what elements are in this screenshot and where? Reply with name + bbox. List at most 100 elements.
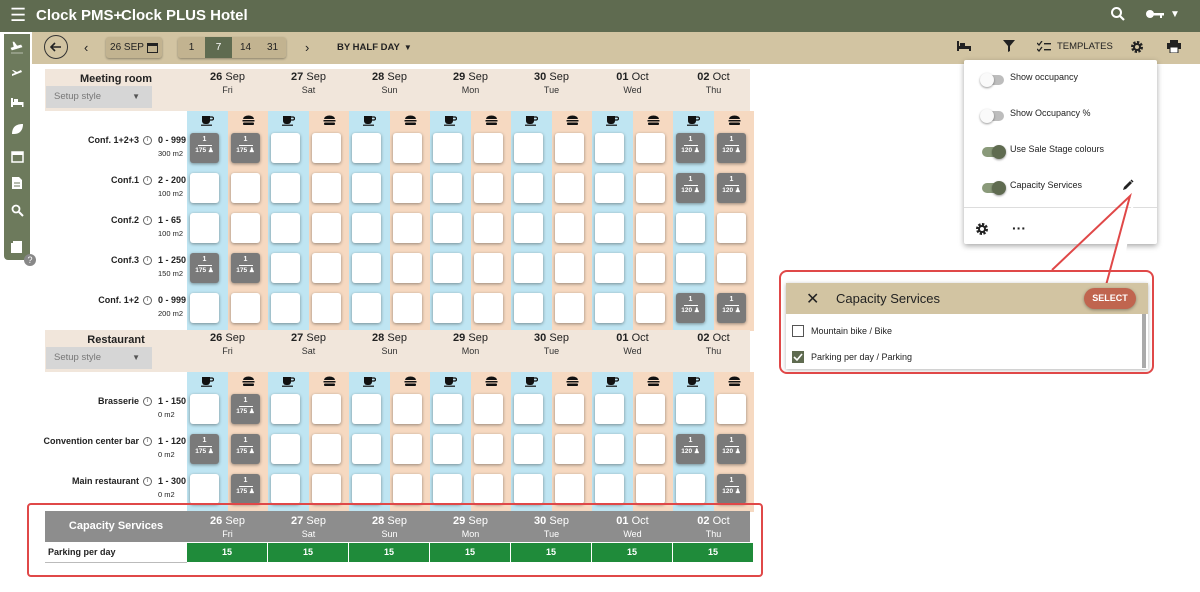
row-label[interactable]: Conf.3 i xyxy=(20,255,152,266)
empty-slot[interactable] xyxy=(393,253,422,283)
empty-slot[interactable] xyxy=(555,474,584,504)
search-icon[interactable] xyxy=(1110,6,1126,25)
toggle-switch[interactable] xyxy=(980,73,1004,87)
bed-icon[interactable] xyxy=(956,40,972,55)
date-picker-button[interactable]: 26 SEP xyxy=(106,37,162,58)
empty-slot[interactable] xyxy=(595,474,624,504)
airplane-departure-icon[interactable] xyxy=(9,67,25,83)
empty-slot[interactable] xyxy=(352,394,381,424)
booked-slot[interactable]: 1 175 ♟ xyxy=(190,434,219,464)
empty-slot[interactable] xyxy=(352,213,381,243)
empty-slot[interactable] xyxy=(514,434,543,464)
hotel-name[interactable]: Clock PLUS Hotel xyxy=(121,7,248,24)
empty-slot[interactable] xyxy=(636,474,665,504)
bed-icon[interactable] xyxy=(9,94,25,110)
empty-slot[interactable] xyxy=(231,213,260,243)
empty-slot[interactable] xyxy=(636,394,665,424)
empty-slot[interactable] xyxy=(393,474,422,504)
empty-slot[interactable] xyxy=(555,394,584,424)
empty-slot[interactable] xyxy=(474,293,503,323)
empty-slot[interactable] xyxy=(474,213,503,243)
empty-slot[interactable] xyxy=(312,474,341,504)
chevron-right-icon[interactable]: › xyxy=(305,40,309,55)
info-icon[interactable]: i xyxy=(143,437,152,447)
print-icon[interactable] xyxy=(1167,40,1181,56)
booked-slot[interactable]: 1 175 ♟ xyxy=(231,474,260,504)
booked-slot[interactable]: 1 120 ♟ xyxy=(676,133,705,163)
empty-slot[interactable] xyxy=(271,213,300,243)
empty-slot[interactable] xyxy=(190,394,219,424)
info-icon[interactable]: i xyxy=(143,397,152,407)
view-mode-select[interactable]: BY HALF DAY ▼ xyxy=(337,42,412,53)
toggle-switch[interactable] xyxy=(982,145,1006,159)
hamburger-menu-icon[interactable]: ☰ xyxy=(10,6,26,24)
empty-slot[interactable] xyxy=(474,173,503,203)
empty-slot[interactable] xyxy=(312,173,341,203)
book-icon[interactable] xyxy=(9,239,25,255)
empty-slot[interactable] xyxy=(514,133,543,163)
booked-slot[interactable]: 1 120 ♟ xyxy=(717,474,746,504)
empty-slot[interactable] xyxy=(555,434,584,464)
empty-slot[interactable] xyxy=(474,133,503,163)
booked-slot[interactable]: 1 120 ♟ xyxy=(676,173,705,203)
chevron-left-icon[interactable]: ‹ xyxy=(84,40,88,55)
empty-slot[interactable] xyxy=(312,253,341,283)
empty-slot[interactable] xyxy=(717,213,746,243)
empty-slot[interactable] xyxy=(676,253,705,283)
key-icon[interactable] xyxy=(1145,6,1165,25)
empty-slot[interactable] xyxy=(433,133,462,163)
calendar-icon[interactable] xyxy=(9,148,25,164)
setup-style-select[interactable]: Setup style ▼ xyxy=(46,347,152,369)
booked-slot[interactable]: 1 175 ♟ xyxy=(231,434,260,464)
empty-slot[interactable] xyxy=(514,394,543,424)
empty-slot[interactable] xyxy=(393,293,422,323)
row-label[interactable]: Conf.2 i xyxy=(20,215,152,226)
booked-slot[interactable]: 1 175 ♟ xyxy=(190,253,219,283)
empty-slot[interactable] xyxy=(433,213,462,243)
empty-slot[interactable] xyxy=(271,173,300,203)
empty-slot[interactable] xyxy=(312,394,341,424)
booked-slot[interactable]: 1 120 ♟ xyxy=(717,173,746,203)
empty-slot[interactable] xyxy=(474,253,503,283)
empty-slot[interactable] xyxy=(555,253,584,283)
back-button[interactable] xyxy=(44,35,68,59)
empty-slot[interactable] xyxy=(393,213,422,243)
gear-icon[interactable] xyxy=(975,222,989,239)
empty-slot[interactable] xyxy=(636,253,665,283)
filter-icon[interactable] xyxy=(1003,40,1015,55)
empty-slot[interactable] xyxy=(717,253,746,283)
empty-slot[interactable] xyxy=(595,293,624,323)
airplane-arrival-icon[interactable] xyxy=(9,40,25,56)
empty-slot[interactable] xyxy=(190,474,219,504)
info-icon[interactable]: i xyxy=(143,216,152,226)
empty-slot[interactable] xyxy=(514,173,543,203)
range-option-31[interactable]: 31 xyxy=(259,37,286,58)
empty-slot[interactable] xyxy=(595,213,624,243)
row-label[interactable]: Conf. 1+2+3 i xyxy=(20,135,152,146)
booked-slot[interactable]: 1 120 ♟ xyxy=(676,293,705,323)
empty-slot[interactable] xyxy=(595,394,624,424)
empty-slot[interactable] xyxy=(312,293,341,323)
empty-slot[interactable] xyxy=(312,213,341,243)
empty-slot[interactable] xyxy=(636,133,665,163)
empty-slot[interactable] xyxy=(271,253,300,283)
empty-slot[interactable] xyxy=(433,293,462,323)
booked-slot[interactable]: 1 175 ♟ xyxy=(231,394,260,424)
empty-slot[interactable] xyxy=(352,474,381,504)
empty-slot[interactable] xyxy=(514,213,543,243)
empty-slot[interactable] xyxy=(595,434,624,464)
info-icon[interactable]: i xyxy=(143,296,152,306)
empty-slot[interactable] xyxy=(393,133,422,163)
empty-slot[interactable] xyxy=(555,213,584,243)
info-icon[interactable]: i xyxy=(143,477,152,487)
empty-slot[interactable] xyxy=(190,173,219,203)
range-option-1[interactable]: 1 xyxy=(178,37,205,58)
templates-button[interactable]: TEMPLATES xyxy=(1037,41,1113,52)
empty-slot[interactable] xyxy=(595,133,624,163)
booked-slot[interactable]: 1 175 ♟ xyxy=(190,133,219,163)
empty-slot[interactable] xyxy=(636,173,665,203)
booked-slot[interactable]: 1 175 ♟ xyxy=(231,253,260,283)
chevron-down-icon[interactable]: ▼ xyxy=(1170,9,1180,20)
row-label[interactable]: Brasserie i xyxy=(20,396,152,407)
setup-style-select[interactable]: Setup style ▼ xyxy=(46,86,152,108)
